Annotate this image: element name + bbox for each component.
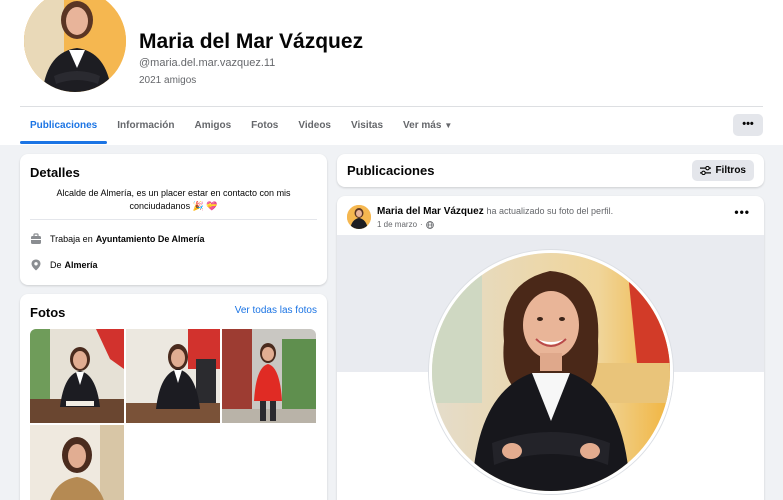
sliders-icon — [700, 166, 712, 175]
tab-informacion[interactable]: Información — [107, 110, 184, 144]
profile-name: Maria del Mar Vázquez — [139, 30, 364, 53]
post-date-link[interactable]: 1 de marzo — [377, 220, 417, 229]
work-prefix: Trabaja en — [50, 234, 93, 244]
bio-text: Alcalde de Almería, es un placer estar e… — [56, 188, 291, 211]
from-prefix: De — [50, 260, 62, 270]
tab-label: Amigos — [194, 120, 232, 131]
meta-separator: · — [420, 220, 423, 229]
post-options-button[interactable]: ••• — [734, 205, 750, 219]
see-all-photos-link[interactable]: Ver todas las fotos — [235, 305, 317, 316]
publications-title: Publicaciones — [347, 163, 435, 178]
photo-thumbnail[interactable] — [126, 329, 220, 423]
tab-fotos[interactable]: Fotos — [241, 110, 288, 144]
globe-icon — [425, 220, 434, 229]
profile-handle: @maria.del.mar.vazquez.11 — [139, 57, 276, 69]
friends-count[interactable]: 2021 amigos — [139, 75, 196, 86]
header-divider — [20, 106, 763, 107]
photo-thumbnail[interactable] — [222, 329, 316, 423]
work-place-link[interactable]: Ayuntamiento De Almería — [96, 234, 205, 244]
tab-label: Visitas — [350, 120, 384, 131]
briefcase-icon — [31, 233, 41, 244]
location-info: De Almería — [30, 259, 98, 271]
tab-publicaciones[interactable]: Publicaciones — [20, 110, 108, 144]
post-meta: 1 de marzo · — [377, 220, 434, 229]
tab-label: Fotos — [251, 120, 279, 131]
post-profile-photo[interactable] — [429, 250, 673, 494]
tab-ver-mas[interactable]: Ver más ▼ — [393, 110, 462, 144]
filters-button[interactable]: Filtros — [692, 160, 754, 181]
publications-header-card: Publicaciones Filtros — [337, 154, 764, 187]
details-title: Detalles — [30, 165, 80, 180]
tab-videos[interactable]: Videos — [288, 110, 341, 144]
work-info: Trabaja en Ayuntamiento De Almería — [30, 233, 205, 245]
details-card: Detalles Alcalde de Almería, es un place… — [20, 154, 327, 285]
tab-label: Publicaciones — [30, 120, 98, 131]
tab-label: Información — [117, 120, 175, 131]
profile-avatar[interactable] — [22, 0, 128, 94]
filters-label: Filtros — [715, 165, 746, 176]
tab-amigos[interactable]: Amigos — [184, 110, 241, 144]
post-action-text: ha actualizado su foto del perfil. — [486, 206, 614, 216]
profile-photo-post: Maria del Mar Vázquez ha actualizado su … — [337, 196, 764, 500]
location-pin-icon — [31, 259, 41, 271]
post-author-link[interactable]: Maria del Mar Vázquez — [377, 206, 484, 217]
photo-thumbnail[interactable] — [30, 425, 124, 500]
details-divider — [30, 219, 317, 220]
post-author-avatar[interactable] — [347, 205, 371, 229]
post-media — [337, 235, 764, 500]
post-header-text: Maria del Mar Vázquez ha actualizado su … — [377, 206, 613, 217]
profile-photo-image — [24, 0, 126, 92]
profile-header: Maria del Mar Vázquez @maria.del.mar.vaz… — [0, 0, 783, 145]
photos-title: Fotos — [30, 305, 66, 320]
caret-down-icon: ▼ — [444, 121, 453, 130]
tab-label: Videos — [298, 120, 331, 131]
profile-tabs: Publicaciones Información Amigos Fotos V… — [20, 110, 462, 144]
more-options-button[interactable]: ••• — [733, 114, 763, 136]
from-place-link[interactable]: Almería — [65, 260, 98, 270]
photo-thumbnail[interactable] — [30, 329, 124, 423]
tab-visitas[interactable]: Visitas — [341, 110, 393, 144]
tab-label: Ver más — [403, 120, 442, 131]
photos-card: Fotos Ver todas las fotos — [20, 294, 327, 500]
